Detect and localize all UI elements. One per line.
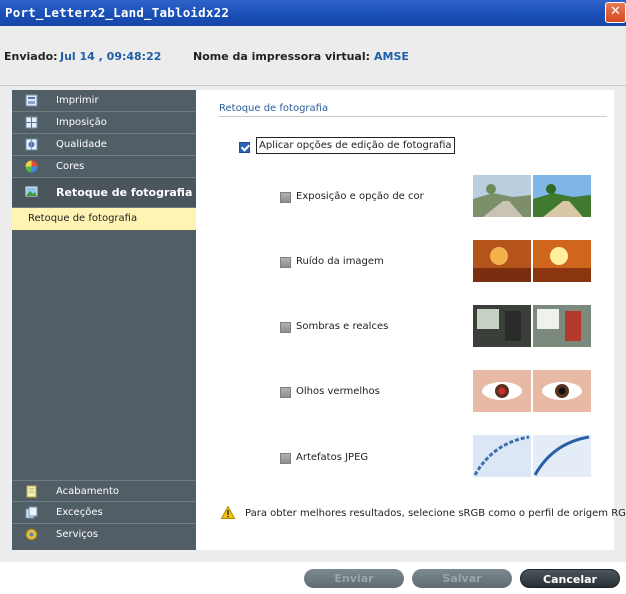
print-icon bbox=[25, 94, 38, 107]
warning-message: Para obter melhores resultados, selecion… bbox=[245, 508, 626, 519]
sidebar-item-label: Imposição bbox=[56, 117, 107, 128]
sidebar-item-imposicao[interactable]: Imposição bbox=[12, 112, 196, 134]
section-title: Retoque de fotografia bbox=[219, 103, 329, 114]
window-titlebar: Port_Letterx2_Land_Tabloidx22 ✕ bbox=[0, 0, 626, 26]
send-button[interactable]: Enviar bbox=[304, 569, 404, 588]
jpeg-artifacts-checkbox[interactable] bbox=[280, 453, 291, 464]
cancel-button[interactable]: Cancelar bbox=[520, 569, 620, 588]
sidebar-subitem-label: Retoque de fotografia bbox=[28, 213, 138, 224]
content-panel: Retoque de fotografia Aplicar opções de … bbox=[196, 90, 626, 550]
sidebar-item-excecoes[interactable]: Exceções bbox=[12, 502, 196, 524]
sidebar-item-imprimir[interactable]: Imprimir bbox=[12, 90, 196, 112]
sidebar-item-label: Exceções bbox=[56, 507, 103, 518]
job-info-bar: Enviado: Jul 14 , 09:48:22 Nome da impre… bbox=[0, 26, 626, 86]
save-button[interactable]: Salvar bbox=[412, 569, 512, 588]
apply-photo-editing-label[interactable]: Aplicar opções de edição de fotografia bbox=[256, 137, 455, 154]
sidebar-item-retoque-de-fotografia[interactable]: Retoque de fotografia bbox=[12, 178, 196, 208]
warning-icon bbox=[221, 506, 235, 519]
dialog-body: Imprimir Imposição Qualidade Cores Retoq… bbox=[0, 86, 626, 562]
image-noise-label: Ruído da imagem bbox=[296, 256, 384, 267]
printer-label: Nome da impressora virtual: bbox=[193, 50, 371, 63]
imposition-icon bbox=[25, 116, 38, 129]
window-title: Port_Letterx2_Land_Tabloidx22 bbox=[5, 5, 230, 20]
jpeg-artifacts-label: Artefatos JPEG bbox=[296, 452, 369, 463]
color-wheel-icon bbox=[25, 160, 38, 173]
sidebar-item-acabamento[interactable]: Acabamento bbox=[12, 480, 196, 502]
close-button[interactable]: ✕ bbox=[605, 2, 626, 23]
sidebar-item-label: Imprimir bbox=[56, 95, 99, 106]
sidebar-item-label: Cores bbox=[56, 161, 85, 172]
finishing-icon bbox=[26, 485, 37, 498]
red-eyes-label: Olhos vermelhos bbox=[296, 386, 380, 397]
close-icon: ✕ bbox=[610, 4, 621, 19]
services-icon bbox=[25, 528, 38, 541]
sidebar-item-label: Qualidade bbox=[56, 139, 107, 150]
red-eyes-checkbox[interactable] bbox=[280, 387, 291, 398]
section-divider bbox=[219, 116, 607, 117]
apply-photo-editing-checkbox[interactable] bbox=[239, 142, 250, 153]
sent-value: Jul 14 , 09:48:22 bbox=[60, 50, 162, 63]
room-thumbnail bbox=[473, 305, 591, 347]
sidebar-item-label: Retoque de fotografia bbox=[56, 186, 193, 199]
exposure-color-checkbox[interactable] bbox=[280, 192, 291, 203]
exceptions-icon bbox=[25, 506, 38, 519]
sunset-thumbnail bbox=[473, 240, 591, 282]
sidebar-item-label: Serviços bbox=[56, 529, 99, 540]
quality-icon bbox=[25, 138, 38, 151]
exposure-color-label: Exposição e opção de cor bbox=[296, 191, 424, 202]
landscape-thumbnail bbox=[473, 175, 591, 217]
sidebar-item-qualidade[interactable]: Qualidade bbox=[12, 134, 196, 156]
sidebar-item-servicos[interactable]: Serviços bbox=[12, 524, 196, 546]
jpeg-curve-thumbnail bbox=[473, 435, 591, 477]
shadows-highlights-label: Sombras e realces bbox=[296, 321, 389, 332]
photo-retouch-icon bbox=[25, 186, 38, 197]
printer-value: AMSE bbox=[374, 50, 409, 63]
sent-label: Enviado: bbox=[4, 50, 58, 63]
image-noise-checkbox[interactable] bbox=[280, 257, 291, 268]
eyes-thumbnail bbox=[473, 370, 591, 412]
shadows-highlights-checkbox[interactable] bbox=[280, 322, 291, 333]
sidebar-item-label: Acabamento bbox=[56, 486, 120, 497]
sidebar: Imprimir Imposição Qualidade Cores Retoq… bbox=[12, 90, 196, 550]
sidebar-subitem-retoque-de-fotografia[interactable]: Retoque de fotografia bbox=[12, 208, 196, 230]
sidebar-item-cores[interactable]: Cores bbox=[12, 156, 196, 178]
